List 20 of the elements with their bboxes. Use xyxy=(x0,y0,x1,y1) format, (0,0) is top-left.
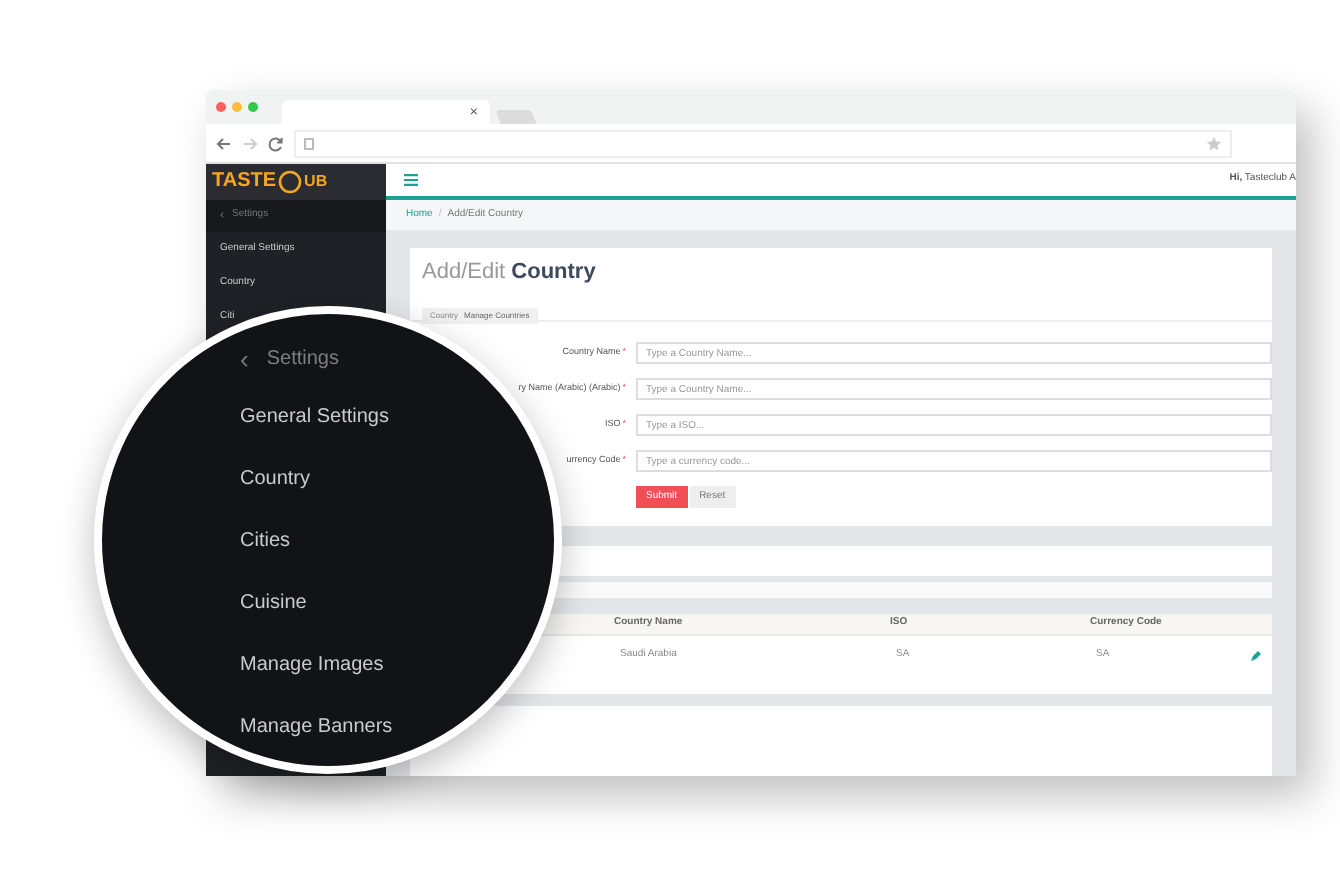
sidebar-item[interactable]: Manage Banners xyxy=(240,712,393,742)
sidebar-item[interactable]: General Settings xyxy=(240,402,389,432)
star-icon[interactable] xyxy=(1206,135,1222,151)
back-arrow-icon[interactable] xyxy=(216,135,232,151)
menu-icon[interactable] xyxy=(404,174,418,186)
edit-pencil-icon[interactable] xyxy=(1250,650,1262,662)
new-tab[interactable] xyxy=(495,110,537,124)
sidebar-item[interactable]: Cities xyxy=(240,526,291,556)
sidebar-item[interactable]: Cuisine xyxy=(240,588,307,618)
address-bar[interactable] xyxy=(294,129,1232,157)
sidebar-back-label[interactable]: Settings xyxy=(266,343,339,373)
sidebar-item[interactable]: Manage Images xyxy=(240,650,384,680)
sidebar-item[interactable]: Country xyxy=(240,464,311,494)
logo-ring-icon xyxy=(278,170,303,194)
logo: TASTE UB xyxy=(206,164,386,200)
chevron-left-icon[interactable]: ‹ xyxy=(240,345,249,371)
reload-icon[interactable] xyxy=(268,135,284,151)
forward-arrow-icon[interactable] xyxy=(242,135,258,151)
page-icon xyxy=(304,137,314,149)
page-title: Add/Edit Country xyxy=(422,260,598,286)
